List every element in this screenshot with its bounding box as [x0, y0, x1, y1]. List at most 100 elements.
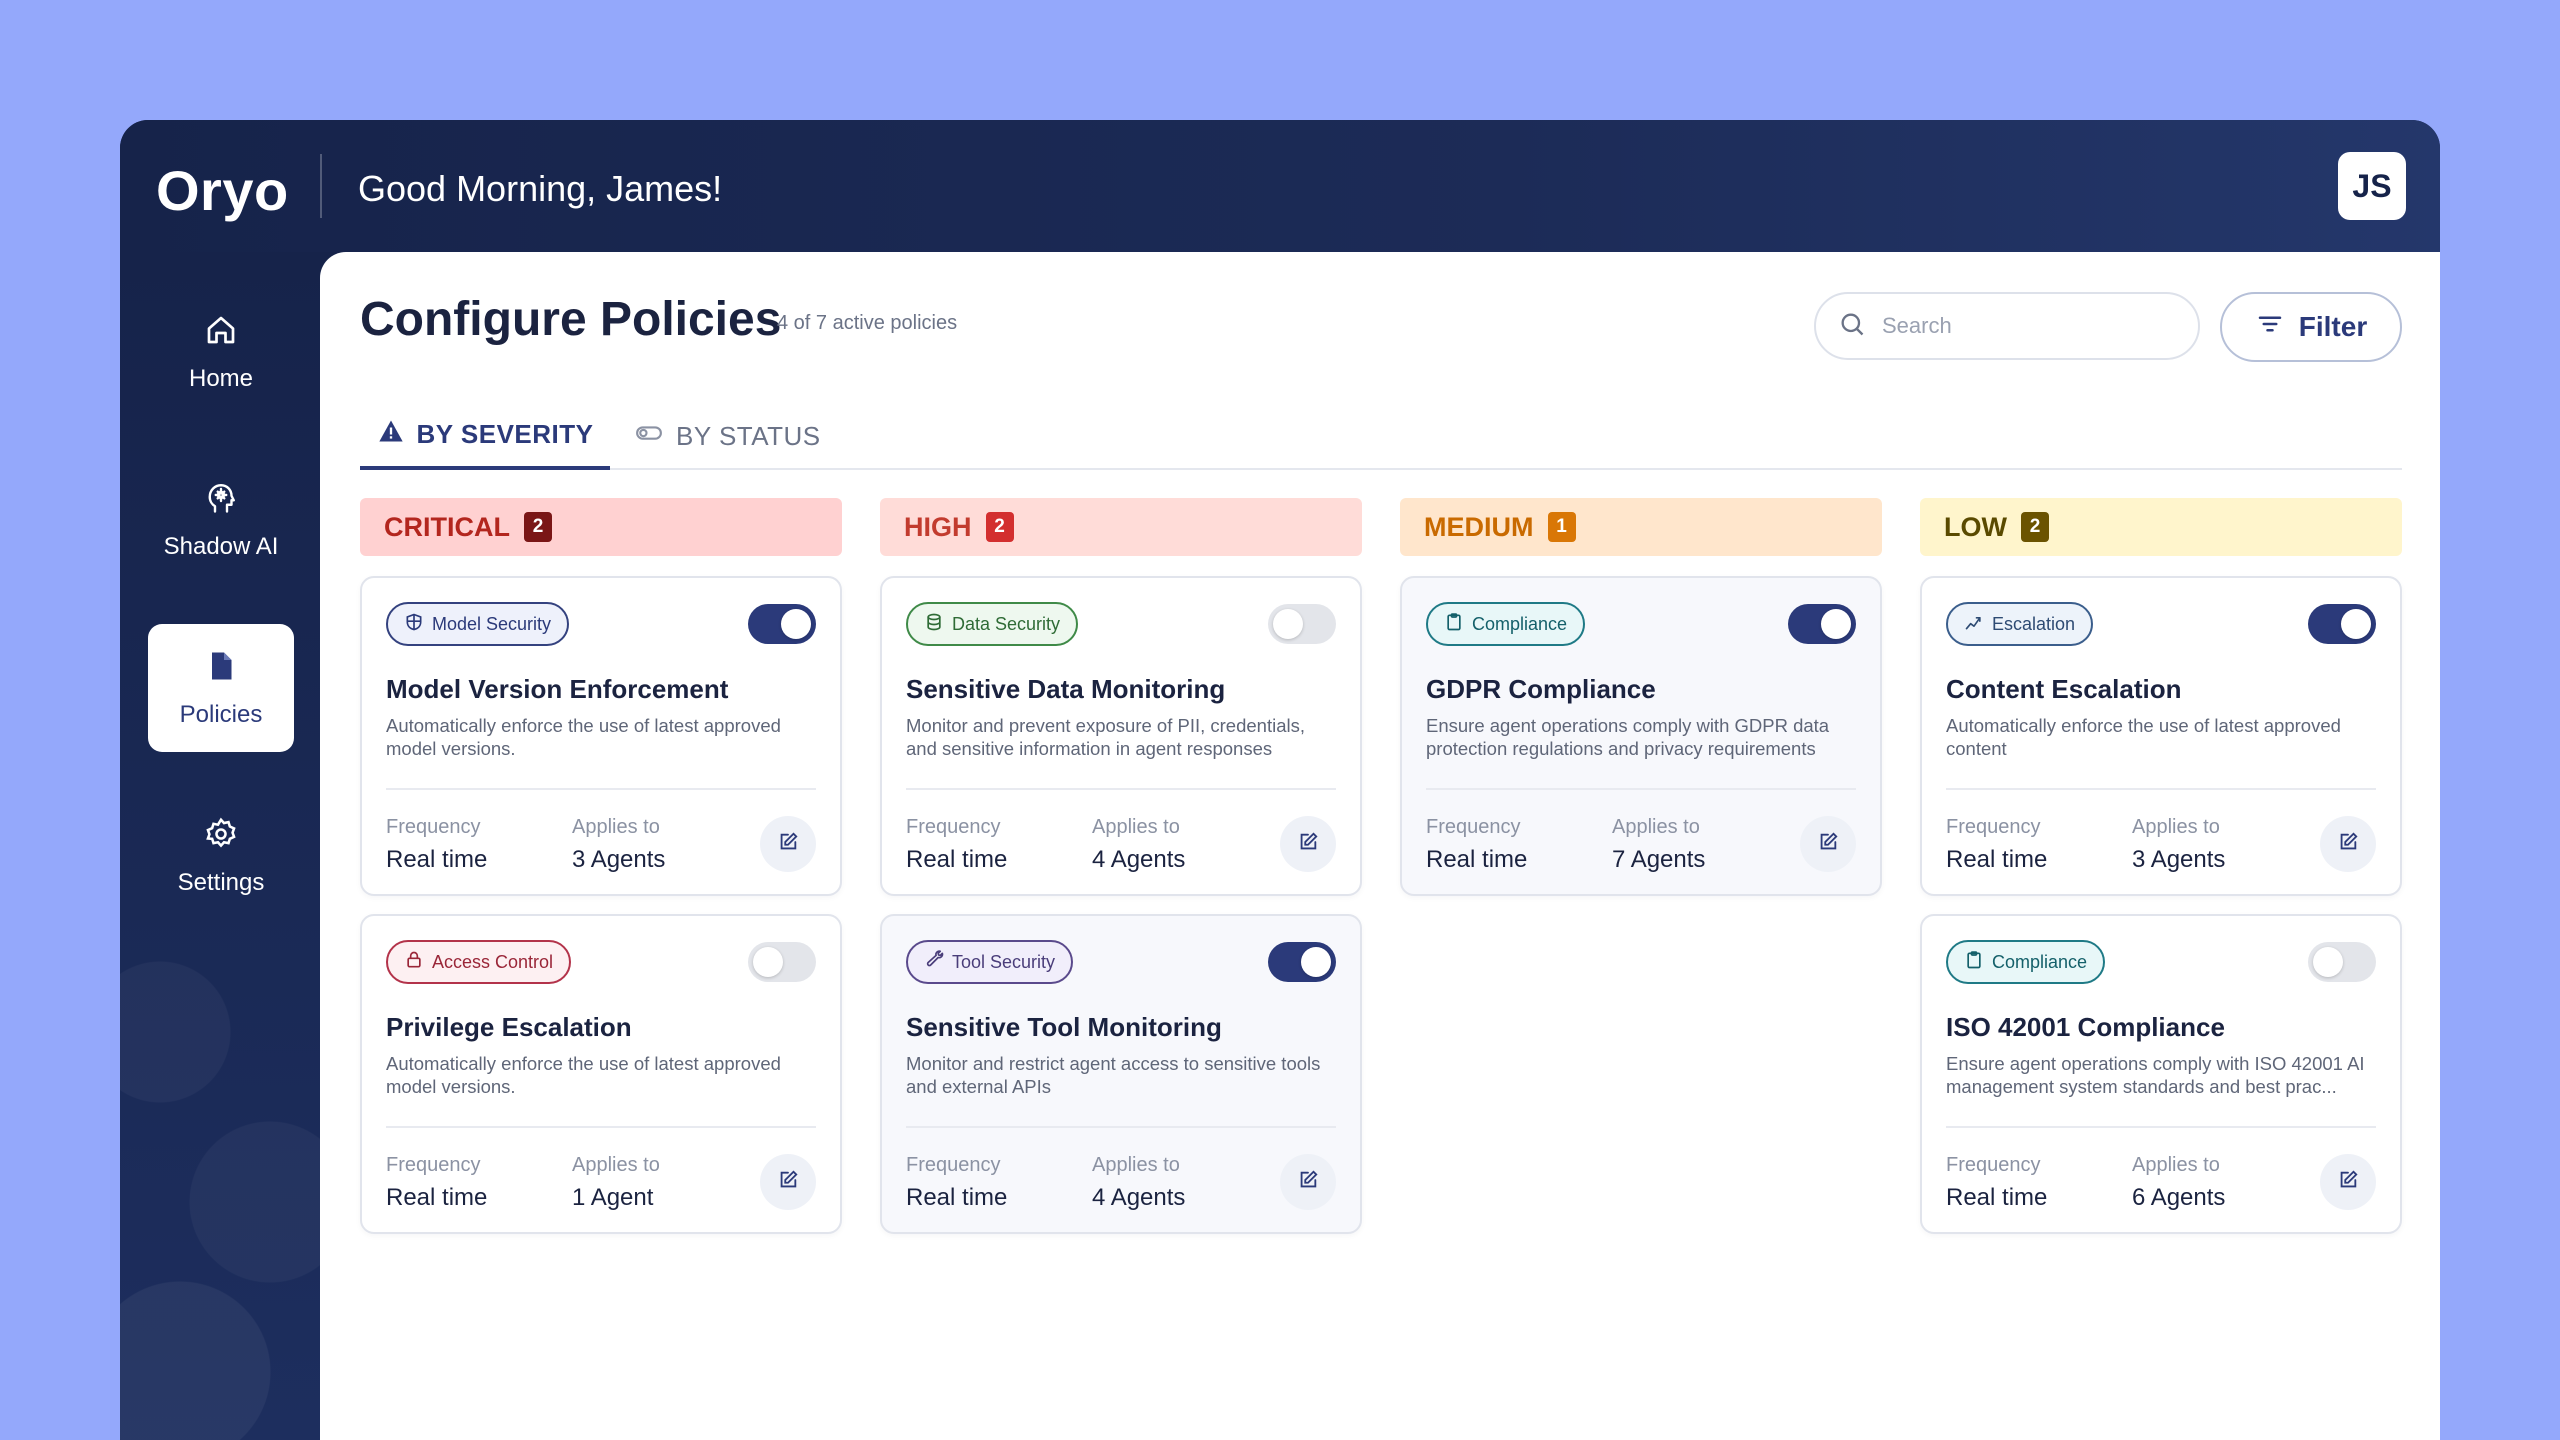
clipboard-icon	[1964, 950, 1984, 975]
policy-toggle[interactable]	[748, 942, 816, 982]
edit-icon	[777, 831, 799, 858]
policy-title: Privilege Escalation	[386, 1012, 632, 1042]
tab-by-status[interactable]: BY STATUS	[634, 402, 834, 470]
frequency-label: Frequency	[1946, 816, 2041, 838]
applies-value: 3 Agents	[2132, 846, 2226, 873]
policy-toggle[interactable]	[2308, 942, 2376, 982]
user-avatar[interactable]: JS	[2338, 152, 2406, 220]
severity-column-medium: MEDIUM 1 Compliance GDPR Compliance Ensu…	[1400, 498, 1882, 896]
column-label: LOW	[1944, 511, 2007, 542]
edit-icon	[1297, 1169, 1319, 1196]
card-divider	[1946, 1126, 2376, 1128]
toggle-knob	[1273, 609, 1303, 639]
category-tag: Tool Security	[906, 940, 1074, 984]
edit-button[interactable]	[1800, 816, 1856, 872]
applies-label: Applies to	[1092, 816, 1180, 838]
count-badge: 2	[985, 512, 1014, 542]
applies-value: 6 Agents	[2132, 1184, 2226, 1211]
policy-card[interactable]: Tool Security Sensitive Tool Monitoring …	[880, 914, 1362, 1234]
search-input[interactable]	[1882, 313, 2162, 339]
applies-value: 4 Agents	[1092, 846, 1186, 873]
edit-button[interactable]	[760, 1154, 816, 1210]
policy-card[interactable]: Data Security Sensitive Data Monitoring …	[880, 576, 1362, 896]
count-badge: 2	[523, 512, 552, 542]
category-tag: Access Control	[386, 940, 572, 984]
edit-button[interactable]	[1280, 1154, 1336, 1210]
filter-icon	[2255, 309, 2285, 346]
sidebar-item-shadow-ai[interactable]: Shadow AI	[148, 456, 294, 584]
active-policies-count: 4 of 7 active policies	[777, 312, 958, 334]
policy-card[interactable]: Compliance GDPR Compliance Ensure agent …	[1400, 576, 1882, 896]
frequency-label: Frequency	[1946, 1154, 2041, 1176]
filter-button[interactable]: Filter	[2220, 292, 2402, 362]
applies-value: 3 Agents	[572, 846, 666, 873]
policy-description: Monitor and restrict agent access to sen…	[906, 1053, 1321, 1097]
policy-description: Ensure agent operations comply with ISO …	[1946, 1053, 2365, 1097]
card-divider	[906, 788, 1336, 790]
toggle-knob	[2341, 609, 2371, 639]
policy-title: Model Version Enforcement	[386, 674, 729, 704]
frequency-value: Real time	[386, 846, 488, 873]
toggle-knob	[2313, 947, 2343, 977]
column-label: HIGH	[904, 511, 972, 542]
frequency-value: Real time	[906, 1184, 1008, 1211]
card-divider	[386, 788, 816, 790]
tag-label: Compliance	[1472, 613, 1568, 634]
tag-label: Data Security	[952, 613, 1061, 634]
edit-icon	[1297, 831, 1319, 858]
applies-value: 7 Agents	[1612, 846, 1706, 873]
count-badge: 1	[1547, 512, 1576, 542]
sidebar-item-label: Settings	[177, 868, 265, 896]
tab-by-severity[interactable]: BY SEVERITY	[360, 402, 610, 470]
lock-icon	[404, 950, 424, 975]
policy-toggle[interactable]	[1268, 942, 1336, 982]
card-divider	[906, 1126, 1336, 1128]
policy-title: Content Escalation	[1946, 674, 2182, 704]
edit-button[interactable]	[760, 816, 816, 872]
card-divider	[386, 1126, 816, 1128]
policy-toggle[interactable]	[1788, 604, 1856, 644]
policy-toggle[interactable]	[748, 604, 816, 644]
applies-value: 4 Agents	[1092, 1184, 1186, 1211]
column-label: CRITICAL	[384, 511, 510, 542]
count-badge: 2	[2020, 512, 2049, 542]
column-label: MEDIUM	[1424, 511, 1534, 542]
sidebar: Home Shadow AI Policies Settings	[120, 252, 320, 1440]
tag-label: Access Control	[432, 951, 554, 972]
edit-icon	[1817, 831, 1839, 858]
gear-icon	[203, 816, 239, 859]
column-header-high: HIGH 2	[880, 498, 1362, 556]
edit-button[interactable]	[2320, 816, 2376, 872]
tag-label: Compliance	[1992, 951, 2088, 972]
policy-toggle[interactable]	[2308, 604, 2376, 644]
applies-label: Applies to	[572, 1154, 660, 1176]
toggle-knob	[781, 609, 811, 639]
sidebar-item-policies[interactable]: Policies	[148, 624, 294, 752]
sidebar-item-settings[interactable]: Settings	[148, 792, 294, 920]
policy-description: Ensure agent operations comply with GDPR…	[1426, 715, 1830, 759]
policy-toggle[interactable]	[1268, 604, 1336, 644]
frequency-value: Real time	[1946, 1184, 2048, 1211]
page-title: Configure Policies	[360, 293, 782, 346]
tag-label: Escalation	[1992, 613, 2076, 634]
category-tag: Escalation	[1946, 602, 2094, 646]
edit-button[interactable]	[2320, 1154, 2376, 1210]
policy-card[interactable]: Compliance ISO 42001 Compliance Ensure a…	[1920, 914, 2402, 1234]
edit-button[interactable]	[1280, 816, 1336, 872]
policy-card[interactable]: Access Control Privilege Escalation Auto…	[360, 914, 842, 1234]
tag-label: Tool Security	[952, 951, 1056, 972]
policy-card[interactable]: Model Security Model Version Enforcement…	[360, 576, 842, 896]
search-box[interactable]	[1814, 292, 2200, 360]
frequency-label: Frequency	[1426, 816, 1521, 838]
frequency-value: Real time	[906, 846, 1008, 873]
search-icon	[1838, 310, 1866, 343]
frequency-label: Frequency	[906, 816, 1001, 838]
policy-title: Sensitive Tool Monitoring	[906, 1012, 1222, 1042]
toggle-knob	[753, 947, 783, 977]
category-tag: Compliance	[1426, 602, 1586, 646]
sidebar-item-home[interactable]: Home	[148, 288, 294, 416]
applies-label: Applies to	[2132, 1154, 2220, 1176]
policy-card[interactable]: Escalation Content Escalation Automatica…	[1920, 576, 2402, 896]
app-logo[interactable]: Oryo	[156, 158, 289, 223]
edit-icon	[2337, 1169, 2359, 1196]
